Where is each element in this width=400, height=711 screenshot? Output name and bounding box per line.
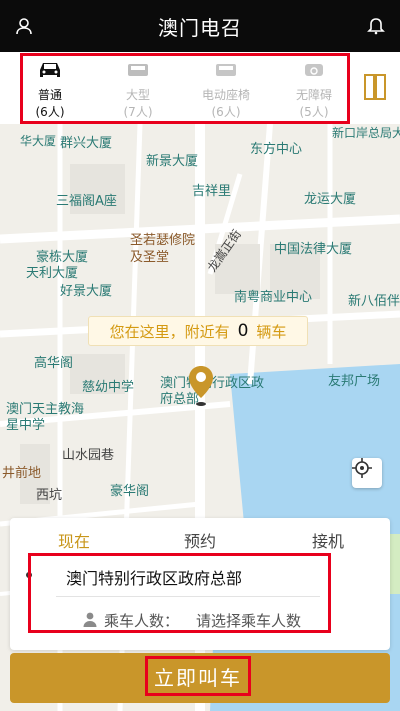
map-poi: 天利大厦 <box>26 266 79 281</box>
pickup-dot-icon <box>26 572 32 578</box>
crosshair-icon[interactable] <box>352 458 382 488</box>
map-street-label: 西坑 <box>36 488 63 503</box>
car-type-capacity: (5人) <box>299 105 329 119</box>
top-bar: 澳门电召 <box>0 0 400 52</box>
car-type-label: 普通 <box>37 88 62 102</box>
car-type-label: 电动座椅 <box>201 88 250 102</box>
map-poi: 东方中心 <box>250 142 303 157</box>
book-icon[interactable] <box>362 70 388 104</box>
car-type-label: 无障碍 <box>295 88 332 102</box>
map-poi: 新八佰伴 <box>348 294 400 309</box>
car-type-large[interactable]: 大型 (7人) <box>98 58 178 120</box>
map-poi: 华大厦 <box>20 134 57 148</box>
map-poi: 南粤商业中心 <box>234 290 313 305</box>
car-type-capacity: (6人) <box>211 105 241 119</box>
car-type-label: 大型 <box>125 88 150 102</box>
location-pin-icon <box>186 364 216 410</box>
map-poi: 澳门天主教海星中学 <box>6 402 85 433</box>
divider <box>56 596 320 597</box>
car-type-capacity: (6人) <box>35 105 65 119</box>
active-tab-indicator <box>56 554 100 556</box>
wheelchair-icon <box>305 64 323 76</box>
tab-airport[interactable]: 接机 <box>312 528 344 552</box>
map-poi: 吉祥里 <box>192 184 232 199</box>
passenger-icon <box>82 611 98 627</box>
car-type-capacity: (7人) <box>123 105 153 119</box>
booking-tabs: 现在 预约 接机 <box>10 518 390 558</box>
nearby-cars-banner: 您在这里，附近有 0 辆车 <box>88 316 308 346</box>
pickup-address[interactable]: 澳门特别行政区政府总部 <box>66 565 242 589</box>
tab-now[interactable]: 现在 <box>58 528 90 552</box>
nearby-count: 0 <box>237 321 249 341</box>
map-poi: 中国法律大厦 <box>274 242 353 257</box>
car-type-selector: 普通 (6人) 大型 (7人) 电动座椅 (6人) 无障碍 (5人) <box>0 52 400 124</box>
tab-reserve[interactable]: 预约 <box>184 528 216 552</box>
map-poi: 豪华阁 <box>110 484 150 499</box>
map-poi: 高华阁 <box>34 356 74 371</box>
car-type-regular[interactable]: 普通 (6人) <box>10 58 90 120</box>
map-poi: 三福阁A座 <box>56 194 117 209</box>
seat-icon <box>216 64 236 76</box>
map-poi: 群兴大厦 <box>60 136 113 151</box>
sedan-icon <box>40 63 60 77</box>
call-now-button[interactable]: 立即叫车 <box>145 656 251 696</box>
car-type-accessible[interactable]: 无障碍 (5人) <box>274 58 354 120</box>
bell-icon[interactable] <box>364 14 388 38</box>
map-poi: 友邦广场 <box>328 374 381 389</box>
map-poi: 好景大厦 <box>60 284 113 299</box>
map-street-label: 山水园巷 <box>62 448 115 463</box>
page-title: 澳门电召 <box>158 16 242 40</box>
passenger-count-label: 乘车人数： <box>104 612 180 630</box>
van-icon <box>128 64 148 76</box>
map-poi: 井前地 <box>2 466 42 481</box>
map-poi: 新口岸总局大 <box>332 126 400 140</box>
map-poi: 新景大厦 <box>146 154 199 169</box>
map-poi: 圣若瑟修院及圣堂 <box>130 233 196 265</box>
nearby-prefix: 您在这里，附近有 <box>109 322 230 341</box>
car-type-power-seat[interactable]: 电动座椅 (6人) <box>186 58 266 120</box>
passenger-count-select[interactable]: 请选择乘车人数 <box>196 610 301 631</box>
map-poi: 龙运大厦 <box>304 192 357 207</box>
map-poi: 慈幼中学 <box>82 380 135 395</box>
nearby-suffix: 辆车 <box>256 322 287 341</box>
